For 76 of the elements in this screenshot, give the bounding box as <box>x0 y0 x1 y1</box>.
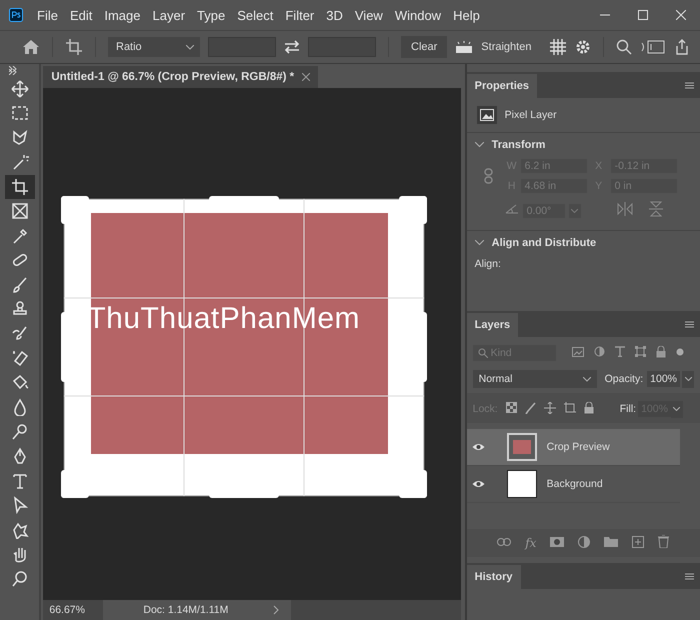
chevron-icon <box>684 377 692 381</box>
chevron-icon <box>582 376 591 382</box>
brush-icon[interactable] <box>524 402 536 416</box>
menu-item[interactable]: 3D <box>320 8 349 22</box>
chevron-icon <box>186 44 194 50</box>
menu-item[interactable]: Window <box>388 8 448 22</box>
menu-item[interactable]: Image <box>98 8 146 22</box>
fill-label: Fill: <box>620 403 636 415</box>
ratio-dropdown[interactable]: Ratio <box>108 37 200 57</box>
align-label: Align: <box>474 258 502 270</box>
layer-thumbnail <box>506 470 537 498</box>
align-section-header[interactable]: Align and Distribute <box>474 237 700 249</box>
menu-item[interactable]: Layer <box>146 8 192 22</box>
blend-mode-dropdown[interactable]: Normal <box>472 370 597 388</box>
chevron-icon <box>673 407 680 411</box>
adjustment-icon[interactable] <box>578 536 590 550</box>
height-field[interactable] <box>308 37 376 57</box>
level-icon[interactable] <box>455 40 474 54</box>
menu-item[interactable]: Filter <box>279 8 320 22</box>
menu-icon[interactable] <box>685 572 694 580</box>
menu-item[interactable]: Select <box>231 8 280 22</box>
move-arrows-icon[interactable] <box>544 402 556 416</box>
lock-filter-icon[interactable] <box>656 346 666 360</box>
expand-arrows-icon[interactable] <box>9 66 17 72</box>
menu-item[interactable]: Help <box>447 8 486 22</box>
transform-section-header[interactable]: Transform <box>474 139 546 151</box>
layer-row[interactable]: Crop Preview <box>466 429 680 466</box>
properties-tab[interactable]: Properties <box>466 74 538 98</box>
width-field[interactable] <box>208 37 276 57</box>
menu-icon[interactable] <box>685 320 694 328</box>
mask-icon[interactable] <box>550 536 564 550</box>
fill-dropdown[interactable] <box>670 400 683 418</box>
new-layer-icon[interactable] <box>632 536 644 550</box>
search-icon[interactable] <box>616 39 632 55</box>
menu-icon[interactable] <box>685 82 694 88</box>
document-info: Doc: 1.14M/1.11M <box>103 600 274 620</box>
opacity-label: Opacity: <box>604 373 644 385</box>
clear-button[interactable]: Clear <box>401 36 448 58</box>
document-tab[interactable]: Untitled-1 @ 66.7% (Crop Preview, RGB/8#) * <box>43 66 318 88</box>
chevron-icon[interactable] <box>273 600 292 620</box>
layer-name: Crop Preview <box>546 441 610 453</box>
menu-item[interactable]: Edit <box>64 8 98 22</box>
layer-thumbnail <box>506 433 537 461</box>
app-logo-icon <box>9 8 23 22</box>
layer-row[interactable]: Background <box>466 466 680 503</box>
trash-icon[interactable] <box>658 535 670 551</box>
checkerboard-icon[interactable] <box>506 402 517 416</box>
layer-name: Background <box>546 478 603 490</box>
document-title: Untitled-1 @ 66.7% (Crop Preview, RGB/8#) * <box>51 71 294 83</box>
swap-arrows-icon[interactable] <box>284 40 300 54</box>
settings-icon[interactable] <box>575 39 592 55</box>
home-icon[interactable] <box>22 39 40 55</box>
image-filter-icon[interactable] <box>572 346 584 360</box>
opacity-field[interactable]: 100% <box>647 371 680 387</box>
chevron-icon <box>571 208 578 212</box>
history-tab[interactable]: History <box>466 565 521 589</box>
panel-icon[interactable] <box>640 39 666 55</box>
close-tab-icon[interactable] <box>302 73 310 81</box>
link-icon[interactable] <box>497 537 512 549</box>
layer-type-label: Pixel Layer <box>504 109 557 121</box>
shape-filter-icon[interactable] <box>634 346 646 360</box>
folder-icon[interactable] <box>604 536 618 550</box>
opacity-dropdown[interactable] <box>682 370 694 388</box>
search-icon <box>478 348 488 358</box>
menu-item[interactable]: File <box>31 8 64 22</box>
layers-tab[interactable]: Layers <box>466 313 518 337</box>
menu-item[interactable]: View <box>348 8 389 22</box>
image-icon <box>476 106 497 124</box>
grid-icon[interactable] <box>549 38 568 56</box>
share-icon[interactable] <box>674 39 690 55</box>
type-filter-icon[interactable] <box>614 346 625 360</box>
menu-item[interactable]: Type <box>191 8 232 22</box>
zoom-level[interactable]: 66.67% <box>43 604 104 616</box>
lock-icon[interactable] <box>584 402 594 416</box>
straighten-button[interactable]: Straighten <box>481 41 532 53</box>
crop-icon[interactable] <box>4 175 35 198</box>
